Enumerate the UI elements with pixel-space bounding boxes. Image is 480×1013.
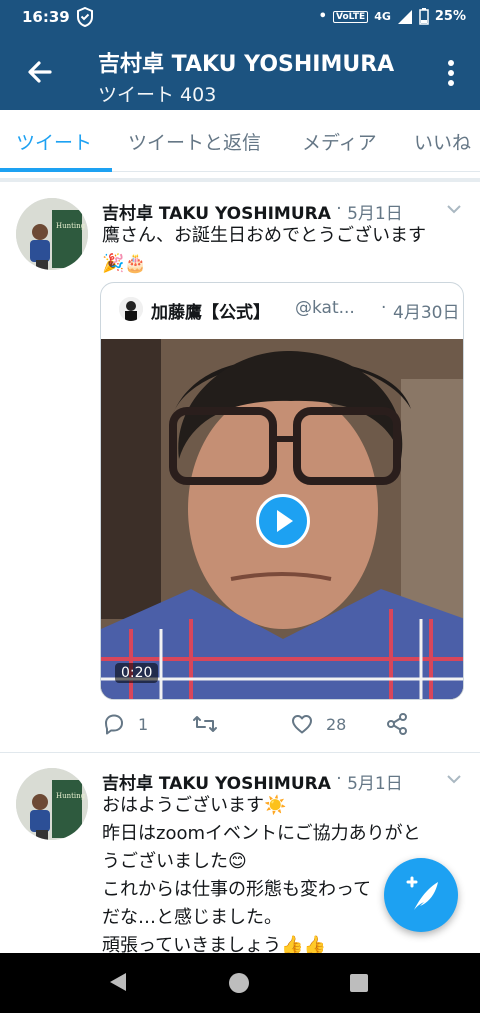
tweet-divider: [0, 752, 480, 753]
app-bar: 吉村卓 TAKU YOSHIMURA ツイート 403: [0, 36, 480, 110]
share-icon: [387, 713, 407, 735]
retweet-icon: [193, 716, 217, 732]
play-icon: [277, 510, 293, 532]
compose-tweet-button[interactable]: [384, 858, 458, 932]
quoted-tweet[interactable]: 加藤鷹【公式】 @kat... · 4月30日 0:20: [100, 282, 464, 700]
quoted-meta-dot: ·: [381, 298, 387, 318]
battery-icon: [419, 8, 429, 25]
tab-likes[interactable]: いいね: [414, 128, 471, 155]
retweet-button[interactable]: [192, 712, 230, 736]
reply-icon: [105, 714, 123, 735]
quoted-avatar: [119, 297, 143, 321]
avatar-image: Hunting: [16, 198, 88, 270]
tab-tweets-replies[interactable]: ツイートと返信: [128, 128, 261, 155]
video-duration: 0:20: [115, 663, 159, 683]
battery-percent: 25%: [434, 9, 466, 24]
dot-icon: •: [318, 9, 327, 24]
author-name[interactable]: 吉村卓 TAKU YOSHIMURA: [102, 199, 331, 224]
status-time: 16:39: [22, 8, 70, 26]
tweet-header: 吉村卓 TAKU YOSHIMURA · 5月1日: [102, 199, 462, 224]
shield-icon: [77, 7, 93, 27]
play-button[interactable]: [256, 494, 310, 548]
reply-count: 1: [138, 714, 149, 734]
nav-home-icon[interactable]: [229, 973, 249, 993]
quoted-author-name: 加藤鷹【公式】: [151, 303, 270, 323]
reply-button[interactable]: 1: [102, 712, 148, 736]
nav-back-icon[interactable]: [108, 971, 128, 993]
profile-title: 吉村卓 TAKU YOSHIMURA: [98, 52, 395, 77]
svg-text:Hunting: Hunting: [56, 222, 86, 230]
quoted-date: 4月30日: [393, 303, 460, 323]
heart-icon: [292, 715, 312, 734]
meta-dot: ·: [336, 769, 348, 789]
meta-dot: ·: [336, 199, 348, 219]
status-bar: 16:39 • VoLTE 4G 25%: [0, 0, 480, 36]
tweet-header: 吉村卓 TAKU YOSHIMURA · 5月1日: [102, 769, 462, 794]
author-name[interactable]: 吉村卓 TAKU YOSHIMURA: [102, 769, 331, 794]
tweet-count: ツイート 403: [98, 84, 217, 106]
back-arrow-icon[interactable]: [24, 56, 56, 88]
active-tab-indicator: [0, 168, 112, 172]
profile-tabs: ツイート ツイートと返信 メディア いいね: [0, 110, 480, 172]
share-button[interactable]: [386, 712, 408, 736]
tweet-text-line: 昨日はzoomイベントにご協力ありがと: [102, 823, 421, 844]
like-button[interactable]: 28: [290, 712, 346, 736]
nav-recents-icon[interactable]: [350, 974, 368, 992]
quoted-author-handle: @kat...: [295, 298, 355, 318]
tweet-date[interactable]: 5月1日: [347, 204, 403, 224]
tab-tweets[interactable]: ツイート: [16, 128, 92, 155]
tweet-text: 鷹さん、お誕生日おめでとうございます 🎉🎂: [102, 222, 472, 278]
avatar-image: Hunting: [16, 768, 88, 840]
network-type: 4G: [374, 10, 391, 23]
tweet-actions: 1 28: [102, 712, 422, 740]
chevron-down-icon[interactable]: [446, 201, 462, 217]
more-vertical-icon[interactable]: [446, 58, 456, 88]
signal-icon: [397, 9, 412, 24]
avatar[interactable]: Hunting: [16, 198, 88, 270]
status-right: • VoLTE 4G 25%: [319, 8, 466, 25]
like-count: 28: [326, 714, 347, 734]
system-nav-bar: [0, 953, 480, 1013]
quoted-tweet-header: 加藤鷹【公式】 @kat... · 4月30日: [119, 297, 459, 323]
avatar[interactable]: Hunting: [16, 768, 88, 840]
tweet-emoji-line: 🎉🎂: [102, 253, 147, 274]
volte-icon: VoLTE: [332, 10, 369, 23]
video-player[interactable]: 0:20: [101, 339, 463, 699]
tweet-text-line: 鷹さん、お誕生日おめでとうございます: [102, 225, 426, 246]
feed-top-separator: [0, 178, 480, 182]
svg-text:Hunting: Hunting: [56, 792, 86, 800]
compose-feather-icon: [406, 876, 438, 910]
tab-media[interactable]: メディア: [302, 128, 377, 155]
tweet-text-line: おはようございます☀️: [102, 795, 287, 816]
tweet-date[interactable]: 5月1日: [347, 774, 403, 794]
chevron-down-icon[interactable]: [446, 771, 462, 787]
